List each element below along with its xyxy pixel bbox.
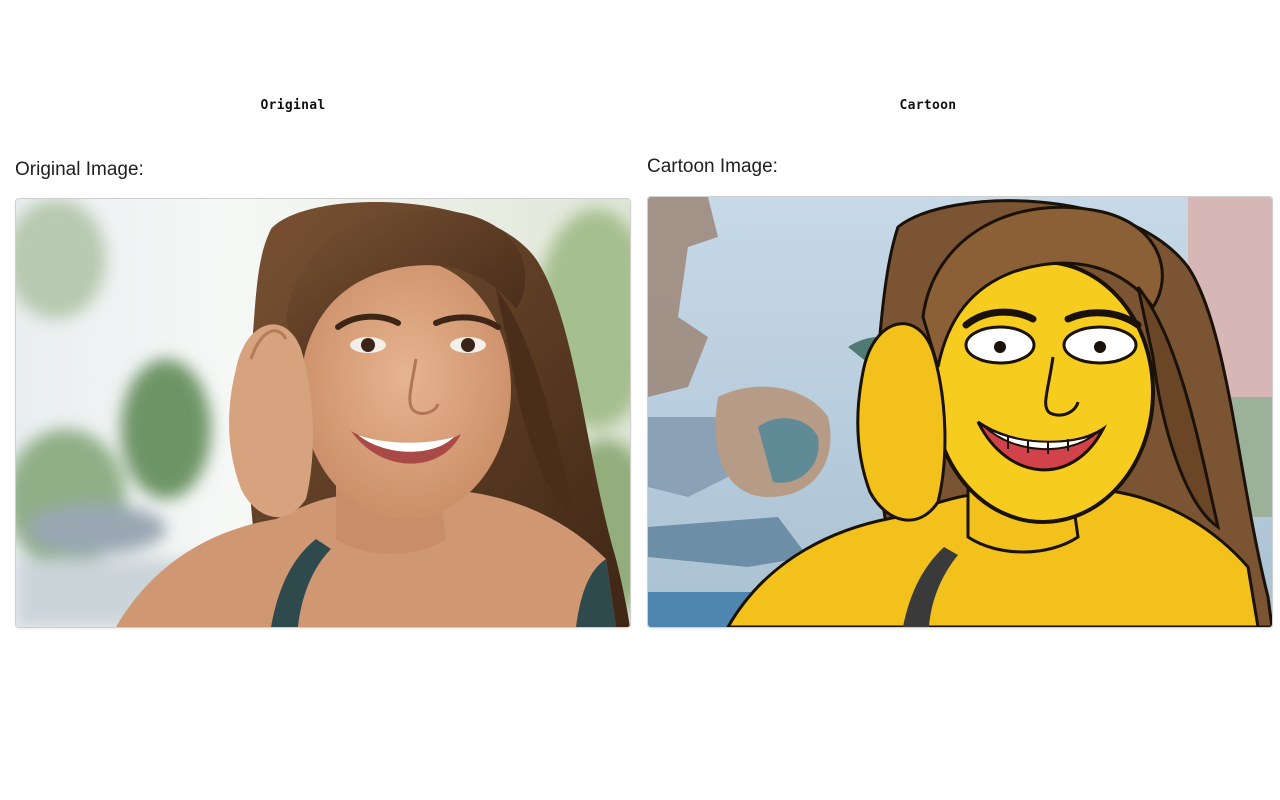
original-column-heading: Original — [260, 98, 326, 113]
cartoon-illustration — [648, 197, 1272, 627]
cartoon-image — [647, 196, 1273, 628]
page: Original Cartoon Original Image: Cartoon… — [0, 0, 1280, 800]
original-photo-illustration — [16, 199, 630, 627]
cartoon-image-label: Cartoon Image: — [647, 156, 778, 177]
original-image — [15, 198, 631, 628]
cartoon-column-heading: Cartoon — [899, 98, 957, 113]
original-image-label: Original Image: — [15, 159, 144, 180]
